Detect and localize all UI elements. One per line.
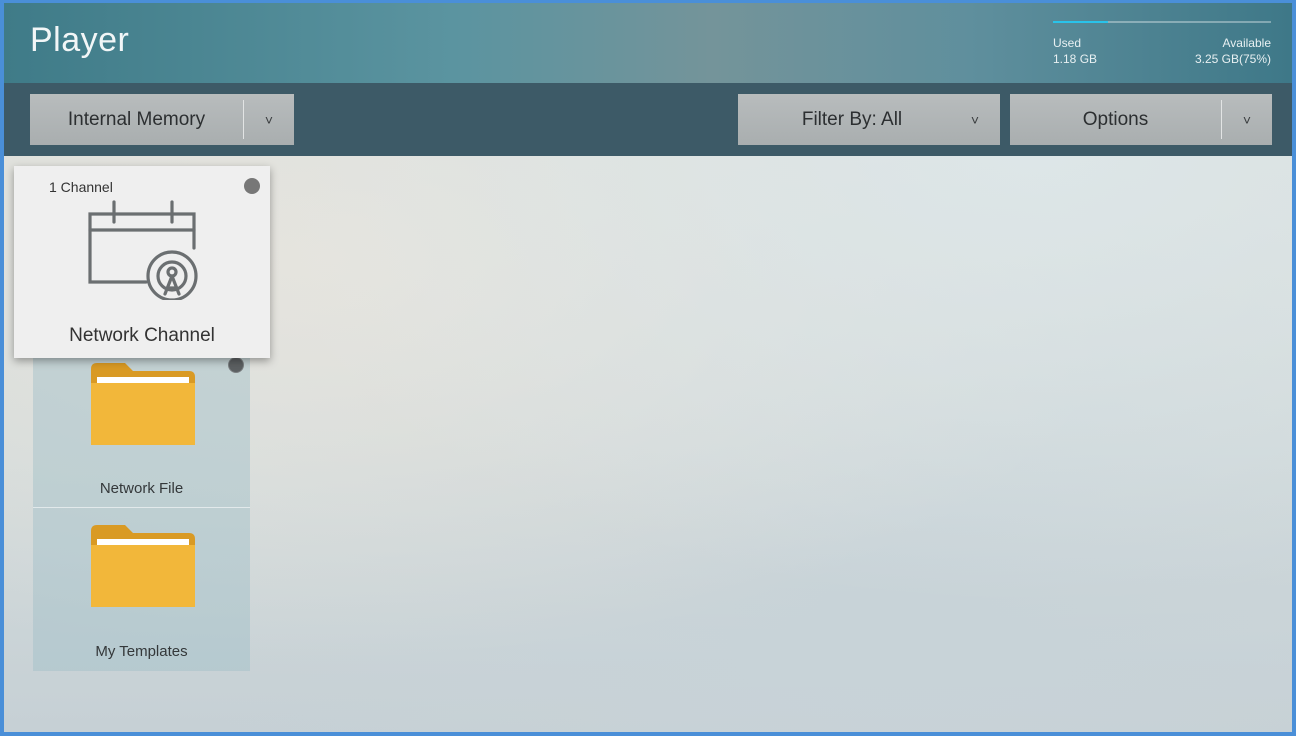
- item-label: My Templates: [95, 643, 188, 660]
- folder-icon: [91, 525, 195, 607]
- storage-source-dropdown[interactable]: Internal Memory ˅: [30, 94, 294, 145]
- network-channel-icon: [88, 200, 198, 300]
- storage-available: Available 3.25 GB(75%): [1195, 35, 1271, 67]
- filter-label: Filter By: All: [801, 108, 903, 130]
- storage-used-value: 1.18 GB: [1053, 52, 1098, 66]
- storage-available-value: 3.25 GB(75%): [1194, 52, 1271, 66]
- network-channel-card[interactable]: 1 Channel Network Channel: [14, 166, 270, 358]
- player-screen: Player Used 1.18 GB Available 3.25 GB(75…: [4, 3, 1292, 732]
- storage-bar: [1053, 21, 1271, 23]
- options-dropdown[interactable]: Options ˅: [1010, 94, 1272, 145]
- filter-dropdown[interactable]: Filter By: All ˅: [738, 94, 1000, 145]
- storage-indicator: Used 1.18 GB Available 3.25 GB(75%): [1053, 21, 1271, 73]
- item-label: Network File: [99, 480, 184, 497]
- channel-count: 1 Channel: [49, 179, 113, 195]
- folder-icon: [91, 363, 195, 445]
- title-bar: Player Used 1.18 GB Available 3.25 GB(75…: [4, 3, 1292, 83]
- options-label: Options: [1082, 108, 1149, 130]
- storage-used: Used 1.18 GB: [1053, 35, 1097, 67]
- card-title: Network Channel: [69, 325, 215, 346]
- storage-available-label: Available: [1222, 36, 1271, 50]
- list-item-my-templates[interactable]: My Templates: [33, 508, 250, 671]
- app-title: Player: [30, 21, 130, 59]
- toolbar: Internal Memory ˅ Filter By: All ˅ Optio…: [4, 83, 1292, 156]
- chevron-down-icon[interactable]: ˅: [950, 112, 1000, 128]
- storage-used-label: Used: [1053, 36, 1082, 50]
- storage-bar-fill: [1053, 21, 1108, 23]
- chevron-down-icon[interactable]: ˅: [244, 112, 294, 128]
- globe-icon[interactable]: [244, 178, 260, 194]
- chevron-down-icon[interactable]: ˅: [1222, 112, 1272, 128]
- storage-source-label: Internal Memory: [67, 108, 206, 130]
